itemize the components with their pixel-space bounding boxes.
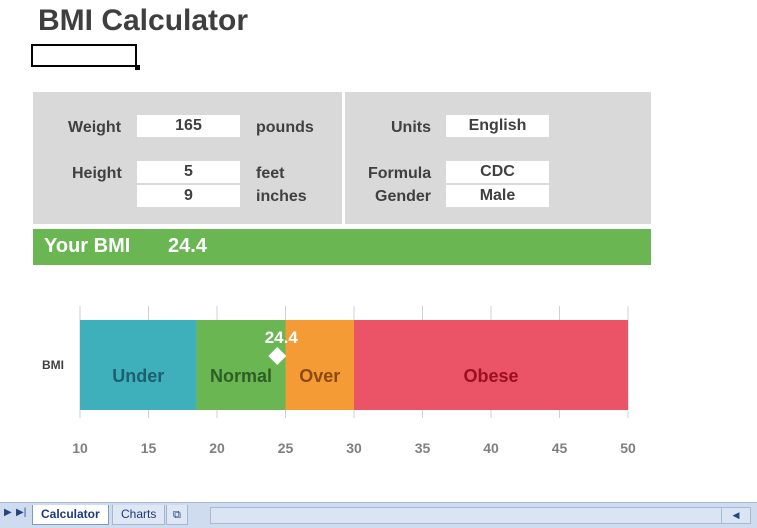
x-tick-label: 45 <box>552 440 568 456</box>
bmi-result-value: 24.4 <box>168 235 207 257</box>
bmi-marker-label: 24.4 <box>265 328 299 347</box>
tab-calculator[interactable]: Calculator <box>32 505 109 525</box>
bmi-chart: Under Normal Over Obese 10 15 20 25 30 35 40 45 50 … <box>42 306 636 456</box>
units-field[interactable]: English <box>446 115 549 137</box>
segment-label-over: Over <box>299 366 340 386</box>
segment-label-under: Under <box>112 366 164 386</box>
gender-label: Gender <box>375 188 432 205</box>
height-feet-field[interactable]: 5 <box>137 161 240 183</box>
weight-label: Weight <box>68 119 122 136</box>
fill-handle[interactable] <box>135 65 140 70</box>
chart-category-label: BMI <box>42 358 64 372</box>
horizontal-scrollbar[interactable] <box>210 507 722 524</box>
page-title: BMI Calculator <box>38 4 249 37</box>
x-tick-label: 40 <box>483 440 499 456</box>
x-tick-label: 15 <box>141 440 157 456</box>
gender-field[interactable]: Male <box>446 185 549 207</box>
formula-label: Formula <box>368 165 432 182</box>
scroll-left-icon[interactable]: ◀ <box>721 507 751 524</box>
inputs-panel-right: Units English Formula CDC Gender Male <box>345 92 651 224</box>
sheet-tab-bar: ▶ ▶| Calculator Charts ⧉ ◀ <box>0 502 757 528</box>
bar-segment-obese <box>354 320 628 410</box>
formula-field[interactable]: CDC <box>446 161 549 183</box>
units-label: Units <box>391 119 431 136</box>
bmi-result-bar: Your BMI 24.4 <box>33 229 651 265</box>
tab-charts[interactable]: Charts <box>112 505 166 525</box>
x-tick-label: 25 <box>278 440 294 456</box>
segment-label-obese: Obese <box>463 366 518 386</box>
inputs-panel-left: Weight 165 pounds Height 5 feet 9 inches <box>33 92 342 224</box>
weight-unit: pounds <box>256 119 314 136</box>
height-label: Height <box>72 165 122 182</box>
weight-field[interactable]: 165 <box>137 115 240 137</box>
x-tick-label: 50 <box>620 440 636 456</box>
height-inches-unit: inches <box>256 188 307 205</box>
x-tick-label: 10 <box>72 440 88 456</box>
x-tick-label: 35 <box>415 440 431 456</box>
bmi-result-label: Your BMI <box>44 235 131 257</box>
x-tick-label: 20 <box>209 440 225 456</box>
height-feet-unit: feet <box>256 165 285 182</box>
segment-label-normal: Normal <box>210 366 272 386</box>
tab-scroll-last-icon[interactable]: ▶| <box>16 507 26 518</box>
height-inches-field[interactable]: 9 <box>137 185 240 207</box>
insert-sheet-tab[interactable]: ⧉ <box>166 505 188 525</box>
tab-scroll-right-icon[interactable]: ▶ <box>4 507 12 518</box>
selected-cell[interactable] <box>31 44 137 67</box>
bar-segment-under <box>80 320 197 410</box>
x-tick-label: 30 <box>346 440 362 456</box>
insert-sheet-icon: ⧉ <box>173 509 181 521</box>
